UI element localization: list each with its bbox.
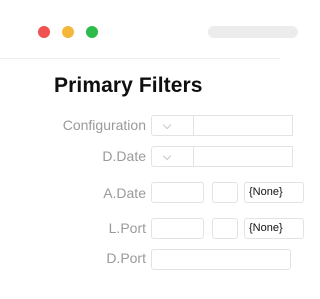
a-date-select[interactable]: {None} bbox=[244, 182, 304, 203]
configuration-label: Configuration bbox=[62, 117, 146, 133]
title-placeholder bbox=[208, 26, 298, 38]
l-port-secondary-input[interactable] bbox=[212, 218, 238, 239]
a-date-secondary-input[interactable] bbox=[212, 182, 238, 203]
panel-title: Primary Filters bbox=[54, 74, 203, 97]
title-bar bbox=[0, 0, 298, 59]
l-port-select[interactable]: {None} bbox=[244, 218, 304, 239]
d-date-dropdown[interactable] bbox=[151, 146, 194, 167]
configuration-field[interactable] bbox=[193, 115, 293, 136]
minimize-window-button[interactable] bbox=[62, 26, 74, 38]
chevron-down-icon bbox=[162, 120, 172, 130]
l-port-label: L.Port bbox=[108, 220, 146, 236]
chevron-down-icon bbox=[162, 151, 172, 161]
app-window: Primary Filters Configuration D.Date A.D… bbox=[0, 0, 304, 299]
d-port-input[interactable] bbox=[151, 249, 291, 270]
close-window-button[interactable] bbox=[38, 26, 50, 38]
a-date-input[interactable] bbox=[151, 182, 204, 203]
d-port-label: D.Port bbox=[106, 250, 146, 266]
configuration-dropdown[interactable] bbox=[151, 115, 194, 136]
d-date-label: D.Date bbox=[102, 148, 146, 164]
a-date-label: A.Date bbox=[103, 185, 146, 201]
l-port-input[interactable] bbox=[151, 218, 204, 239]
maximize-window-button[interactable] bbox=[86, 26, 98, 38]
d-date-field[interactable] bbox=[193, 146, 293, 167]
